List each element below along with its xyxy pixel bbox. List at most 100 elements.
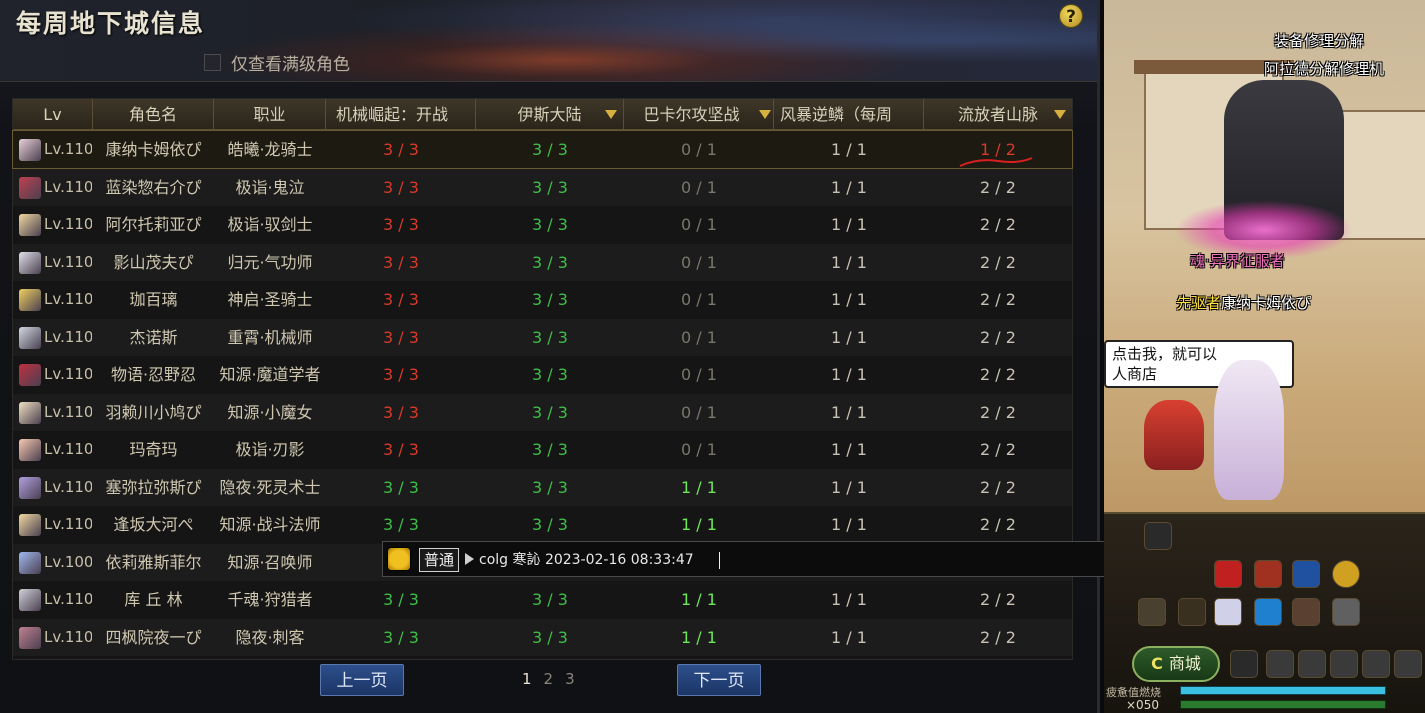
header-dungeon-4-label: 风暴逆鳞（每周: [780, 105, 893, 124]
cell-dungeon-1-count: 3 / 3: [383, 365, 419, 384]
page-2[interactable]: 2: [544, 670, 554, 688]
help-icon[interactable]: ?: [1059, 4, 1083, 28]
cell-dungeon-5-count: 2 / 2: [980, 327, 1016, 347]
cell-dungeon-3-count: 0 / 1: [681, 177, 717, 197]
cell-dungeon-2-count: 3 / 3: [532, 215, 568, 234]
cell-level: Lv.110: [44, 140, 92, 158]
table-row[interactable]: Lv.110 阿尔托莉亚ぴ 极诣·驭剑士 3 / 3 3 / 3 0 / 1 1 / 1 2 …: [13, 206, 1072, 243]
table-row[interactable]: Lv.110 影山茂夫ぴ 归元·气功师 3 / 3 3 / 3 0 / 1 1 / 1 2 /…: [13, 243, 1072, 281]
heart-icon[interactable]: [1214, 560, 1242, 588]
cell-dungeon-2-count: 3 / 3: [532, 252, 568, 272]
player-title-tag: 先驱者: [1176, 294, 1222, 312]
table-row[interactable]: Lv.110 四枫院夜一ぴ 隐夜·刺客 3 / 3 3 / 3 1 / 1 1 / 1 2 /…: [13, 618, 1072, 656]
player-character[interactable]: [1214, 360, 1284, 500]
table-row[interactable]: Lv.110 杰诺斯 重霄·机械师 3 / 3 3 / 3 0 / 1 1 / 1 2 / 2: [13, 318, 1072, 356]
cell-character-name: 阿尔托莉亚ぴ: [105, 215, 202, 234]
page-1[interactable]: 1: [522, 670, 532, 688]
inventory-icon[interactable]: [1298, 650, 1326, 678]
cell-dungeon-3-count: 0 / 1: [681, 402, 717, 422]
table-row[interactable]: Lv.110 羽赖川小鸠ぴ 知源·小魔女 3 / 3 3 / 3 0 / 1 1 / 1 2 …: [13, 393, 1072, 431]
gem-icon[interactable]: [1332, 598, 1360, 626]
cell-character-name: 物语·忍野忍: [110, 365, 197, 384]
page-numbers: 123: [522, 670, 587, 688]
table-header: Lv 角色名 职业 机械崛起：开战 伊斯大陆 巴卡尔攻坚战 风暴逆鳞（每周 流放…: [13, 99, 1072, 130]
quest-icon[interactable]: [1362, 650, 1390, 678]
shop-button[interactable]: C 商城: [1132, 646, 1220, 682]
npc-name: 阿拉德分解修理机: [1264, 60, 1385, 78]
dropdown-arrow-icon: [759, 110, 771, 119]
emoji-face-icon[interactable]: [387, 547, 411, 571]
cell-character-name: 康纳卡姆依ぴ: [105, 140, 202, 159]
page-3[interactable]: 3: [565, 670, 575, 688]
header-dungeon-2[interactable]: 伊斯大陆: [476, 99, 624, 130]
game-world-view: 装备修理分解 阿拉德分解修理机 魂·异界征服者 先驱者康纳卡姆依ぴ 点击我，就可…: [1104, 0, 1425, 713]
table-row[interactable]: Lv.110 康纳卡姆依ぴ 皓曦·龙骑士 3 / 33 / 30 / 11 / 11 …: [12, 130, 1073, 169]
cell-dungeon-1-count: 3 / 3: [383, 477, 419, 497]
cell-job: 隐夜·死灵术士: [219, 477, 321, 497]
coin-icon[interactable]: [1332, 560, 1360, 588]
cell-character-name: 杰诺斯: [129, 327, 178, 347]
table-row[interactable]: Lv.110 蓝染惣右介ぴ 极诣·鬼泣 3 / 3 3 / 3 0 / 1 1 / 1 2 /…: [13, 168, 1072, 206]
pet-character: [1144, 400, 1204, 470]
panel-banner: 每周地下城信息 ? 仅查看满级角色: [0, 0, 1097, 82]
chat-input-bar[interactable]: 普通 colg 寒訫 2023-02-16 08:33:47: [382, 541, 1192, 577]
cell-job: 皓曦·龙骑士: [227, 140, 313, 159]
cell-dungeon-4-count: 1 / 1: [831, 477, 867, 497]
cell-level: Lv.110: [44, 515, 92, 533]
skill-icon[interactable]: [1330, 650, 1358, 678]
max-level-checkbox[interactable]: [204, 54, 221, 71]
cell-job: 极诣·刃影: [235, 440, 305, 459]
cell-dungeon-4-count: 1 / 1: [831, 252, 867, 272]
shop-icon: C: [1151, 654, 1163, 673]
table-row[interactable]: Lv.110 库 丘 林 千魂·狩猎者 3 / 3 3 / 3 1 / 1 1 / 1 2 /…: [13, 581, 1072, 618]
table-row[interactable]: Lv.110 玛奇玛 极诣·刃影 3 / 3 3 / 3 0 / 1 1 / 1 2 / 2: [13, 431, 1072, 468]
cell-level: Lv.110: [44, 402, 92, 421]
cell-dungeon-5-count: 2 / 2: [980, 627, 1016, 647]
next-page-button[interactable]: 下一页: [677, 664, 761, 696]
character-avatar-icon: [19, 326, 41, 349]
header-dungeon-4[interactable]: 风暴逆鳞（每周: [774, 99, 924, 130]
panel-title: 每周地下城信息: [16, 9, 206, 38]
cell-job: 神启·圣骑士: [227, 290, 313, 309]
header-dungeon-1[interactable]: 机械崛起：开战: [326, 99, 476, 130]
grid-menu-icon[interactable]: [1230, 650, 1258, 678]
character-avatar-icon: [19, 626, 41, 649]
cell-character-name: 珈百璃: [129, 290, 178, 309]
avatar-icon[interactable]: [1214, 598, 1242, 626]
cell-job: 知源·小魔女: [227, 402, 313, 422]
notes-icon[interactable]: [1138, 598, 1166, 626]
cell-dungeon-3-count: 0 / 1: [681, 440, 717, 459]
cell-character-name: 影山茂夫ぴ: [113, 252, 194, 272]
cell-dungeon-2-count: 3 / 3: [532, 140, 568, 159]
cell-dungeon-3-count: 1 / 1: [681, 590, 717, 609]
camera-icon[interactable]: [1144, 522, 1172, 550]
cell-character-name: 塞弥拉弥斯ぴ: [105, 477, 202, 497]
prev-page-button[interactable]: 上一页: [320, 664, 404, 696]
dungeon-icon[interactable]: [1254, 560, 1282, 588]
character-avatar-icon: [19, 439, 41, 461]
table-row[interactable]: Lv.110 物语·忍野忍 知源·魔道学者 3 / 3 3 / 3 0 / 1 1 / 1 2…: [13, 356, 1072, 393]
table-row[interactable]: Lv.110 珈百璃 神启·圣骑士 3 / 3 3 / 3 0 / 1 1 / 1 2 / 2: [13, 281, 1072, 318]
table-row[interactable]: Lv.110 逢坂大河ぺ 知源·战斗法师 3 / 3 3 / 3 1 / 1 1 / 1 2 …: [13, 506, 1072, 543]
header-dungeon-5[interactable]: 流放者山脉: [924, 99, 1072, 130]
cell-dungeon-1-count: 3 / 3: [383, 290, 419, 309]
cell-dungeon-5-count: 2 / 2: [980, 402, 1016, 422]
cell-job: 极诣·鬼泣: [235, 177, 305, 197]
table-row[interactable]: Lv.110 塞弥拉弥斯ぴ 隐夜·死灵术士 3 / 3 3 / 3 1 / 1 1 / 1 2…: [13, 468, 1072, 506]
book-icon[interactable]: [1292, 598, 1320, 626]
chat-input-text[interactable]: colg 寒訫 2023-02-16 08:33:47: [479, 542, 694, 578]
max-level-filter[interactable]: 仅查看满级角色: [204, 50, 350, 75]
character-avatar-icon: [19, 401, 41, 424]
tp-icon[interactable]: [1254, 598, 1282, 626]
cell-character-name: 四枫院夜一ぴ: [105, 627, 202, 647]
cell-dungeon-4-count: 1 / 1: [831, 402, 867, 422]
cell-dungeon-2-count: 3 / 3: [532, 515, 568, 534]
calendar-icon[interactable]: [1292, 560, 1320, 588]
daily-icon[interactable]: [1178, 598, 1206, 626]
header-dungeon-3[interactable]: 巴卡尔攻坚战: [624, 99, 774, 130]
cell-job: 隐夜·刺客: [235, 627, 305, 647]
chat-channel-selector[interactable]: 普通: [419, 548, 460, 572]
hammer-icon[interactable]: [1394, 650, 1422, 678]
character-icon[interactable]: [1266, 650, 1294, 678]
max-level-filter-label: 仅查看满级角色: [231, 55, 350, 75]
